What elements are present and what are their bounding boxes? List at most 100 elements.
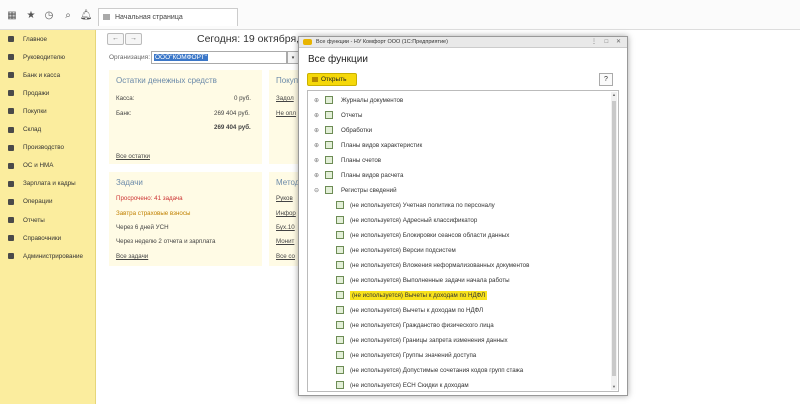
tree-item-row[interactable]: (не используется) Версии подсистем [308, 243, 608, 258]
section-icon [8, 253, 14, 260]
method-link-1[interactable]: Руков [276, 195, 293, 202]
tree-item-row[interactable]: (не используется) Границы запрета измене… [308, 333, 608, 348]
tree-item-row[interactable]: (не используется) Адресный классификатор [308, 213, 608, 228]
group-icon [325, 111, 333, 119]
sidebar-item[interactable]: Справочники [0, 229, 96, 247]
sidebar-item-label: Отчеты [23, 216, 45, 224]
tab-home[interactable]: Начальная страница [98, 8, 238, 26]
tree-item-row[interactable]: (не используется) Вложения неформализова… [308, 258, 608, 273]
expand-toggle-icon[interactable]: ⊕ [314, 172, 319, 179]
expand-toggle-icon[interactable]: ⊕ [314, 142, 319, 149]
expand-toggle-icon[interactable]: ⊕ [314, 127, 319, 134]
tree-item-row[interactable]: (не используется) ЕСН Скидки к доходам [308, 378, 608, 391]
register-icon [336, 321, 344, 329]
tree-item-row[interactable]: (не используется) Вычеты к доходам по НД… [308, 288, 608, 303]
tree-row-label: Регистры сведений [341, 187, 397, 194]
tree-group-row[interactable]: ⊕ Планы видов расчета [308, 168, 608, 183]
expand-toggle-icon[interactable]: ⊕ [314, 157, 319, 164]
method-title: Метод [276, 178, 300, 187]
all-balances-link[interactable]: Все остатки [116, 153, 150, 160]
home-icon [103, 14, 110, 20]
tree-item-row[interactable]: (не используется) Учетная политика по пе… [308, 198, 608, 213]
method-link-5[interactable]: Все со [276, 253, 295, 260]
tree-item-row[interactable]: (не используется) Группы значений доступ… [308, 348, 608, 363]
tree-scrollbar[interactable]: ▲ ▼ [611, 92, 617, 390]
expand-toggle-icon[interactable]: ⊕ [314, 112, 319, 119]
dialog-header: Все функции - НУ Комфорт ООО (1С:Предпри… [299, 37, 627, 48]
sidebar-item[interactable]: Продажи [0, 84, 96, 102]
kassa-label: Касса: [116, 95, 135, 102]
tree-row-label: (не используется) Группы значений доступ… [350, 352, 477, 359]
purchases-link-2[interactable]: Не опл [276, 110, 296, 117]
sidebar-item[interactable]: Руководителю [0, 48, 96, 66]
functions-tree[interactable]: ▲ ▼ ⊕ Журналы документов ⊕ Отчеты ⊕ Обработки… [307, 90, 619, 392]
expand-toggle-icon[interactable]: ⊕ [314, 97, 319, 104]
tree-item-row[interactable]: (не используется) Вычеты к доходам по НД… [308, 303, 608, 318]
tree-group-row[interactable]: ⊕ Журналы документов [308, 93, 608, 108]
notifications-bell-icon[interactable]: 🔔︎ [79, 8, 93, 22]
sidebar-item-label: Справочники [23, 234, 62, 242]
apps-grid-icon[interactable]: ▦ [5, 8, 19, 22]
sidebar: Главное Руководителю Банк и касса Продажи По… [0, 30, 96, 404]
sidebar-item[interactable]: Производство [0, 139, 96, 157]
tree-group-row[interactable]: ⊕ Планы счетов [308, 153, 608, 168]
org-label: Организация: [109, 54, 151, 61]
tree-item-row[interactable]: (не используется) Допустимые сочетания к… [308, 363, 608, 378]
tree-group-row[interactable]: ⊕ Обработки [308, 123, 608, 138]
scroll-down-icon[interactable]: ▼ [611, 384, 617, 390]
purchases-link-1[interactable]: Задол [276, 95, 294, 102]
tree-item-row[interactable]: (не используется) Выполненные задачи нач… [308, 273, 608, 288]
register-icon [336, 381, 344, 389]
tree-item-row[interactable]: (не используется) Гражданство физическог… [308, 318, 608, 333]
scroll-thumb[interactable] [612, 101, 616, 376]
tomorrow-text[interactable]: Завтра страховые взносы [116, 210, 190, 217]
help-button[interactable]: ? [599, 73, 613, 86]
tree-row-label: Обработки [341, 127, 373, 134]
tree-group-row[interactable]: ⊕ Отчеты [308, 108, 608, 123]
forward-button[interactable]: → [125, 33, 142, 45]
sidebar-item-label: Главное [23, 35, 48, 43]
section-icon [8, 198, 14, 205]
register-icon [336, 351, 344, 359]
sidebar-item[interactable]: Администрирование [0, 247, 96, 265]
section-icon [8, 108, 14, 115]
sidebar-item[interactable]: ОС и НМА [0, 157, 96, 175]
section-icon [8, 90, 14, 97]
sidebar-item[interactable]: Покупки [0, 102, 96, 120]
tree-item-row[interactable]: (не используется) Блокировки сеансов обл… [308, 228, 608, 243]
back-button[interactable]: ← [107, 33, 124, 45]
method-link-2[interactable]: Инфор [276, 210, 296, 217]
sidebar-item[interactable]: Отчеты [0, 211, 96, 229]
sidebar-item[interactable]: Главное [0, 30, 96, 48]
expand-toggle-icon[interactable]: ⊖ [314, 187, 319, 194]
inweek-text[interactable]: Через неделю 2 отчета и зарплата [116, 238, 215, 245]
sidebar-item[interactable]: Склад [0, 121, 96, 139]
register-icon [336, 306, 344, 314]
method-link-4[interactable]: Монит [276, 238, 294, 245]
section-icon [8, 217, 14, 223]
sidebar-item-label: Продажи [23, 89, 50, 97]
in6days-text[interactable]: Через 6 дней УСН [116, 224, 169, 231]
history-clock-icon[interactable]: ◷ [42, 8, 56, 22]
sidebar-item[interactable]: Зарплата и кадры [0, 175, 96, 193]
sidebar-item[interactable]: Операции [0, 193, 96, 211]
tree-group-row[interactable]: ⊖ Регистры сведений [308, 183, 608, 198]
sidebar-item-label: Банк и касса [23, 71, 61, 79]
tree-group-row[interactable]: ⊕ Планы видов характеристик [308, 138, 608, 153]
group-icon [325, 186, 333, 194]
scroll-up-icon[interactable]: ▲ [611, 92, 617, 98]
search-icon[interactable]: ⌕ [61, 8, 75, 22]
window-buttons[interactable]: ⋮ □ ✕ [591, 38, 624, 45]
sidebar-item[interactable]: Банк и касса [0, 66, 96, 84]
open-button[interactable]: Открыть [307, 73, 357, 86]
register-icon [336, 201, 344, 209]
all-tasks-link[interactable]: Все задачи [116, 253, 148, 260]
tree-row-label: (не используется) Блокировки сеансов обл… [350, 232, 510, 239]
org-field[interactable]: ООО"КОМФОРТ" [151, 51, 287, 64]
favorites-star-icon[interactable]: ★ [24, 8, 38, 22]
tree-row-label: Планы видов характеристик [341, 142, 423, 149]
method-link-3[interactable]: Бух.10 [276, 224, 295, 231]
overdue-text[interactable]: Просрочено: 41 задача [116, 195, 183, 202]
bank-value: 269 404 руб. [214, 110, 250, 117]
sidebar-item-label: Руководителю [23, 53, 66, 61]
